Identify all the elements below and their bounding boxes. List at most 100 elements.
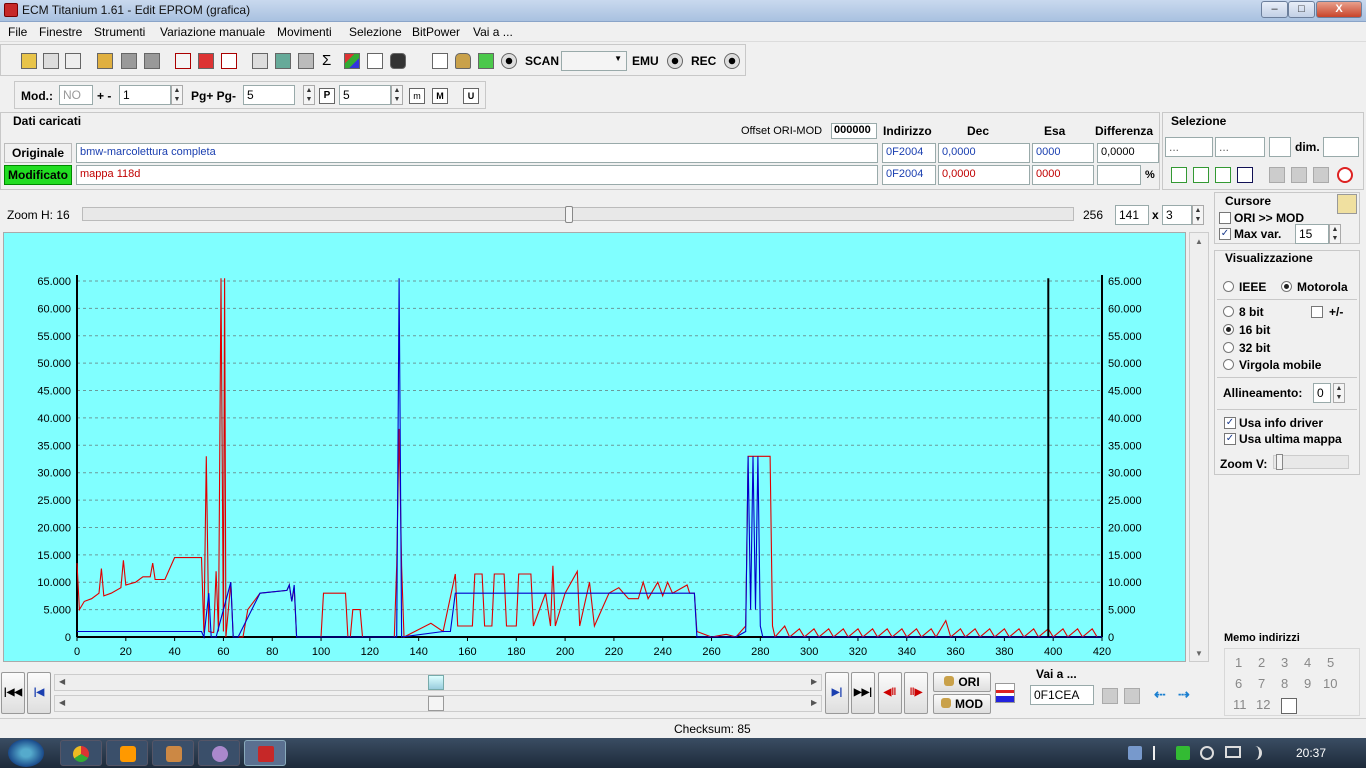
m-icon[interactable]: M	[432, 88, 448, 104]
memo-item[interactable]: 2	[1258, 655, 1265, 670]
ieee-radio[interactable]	[1223, 281, 1234, 292]
max-var-field[interactable]: 15	[1295, 224, 1329, 244]
last-page-button[interactable]: ▶▶|	[851, 672, 875, 714]
sign-checkbox[interactable]	[1311, 306, 1323, 318]
originale-diff[interactable]: 0,0000	[1097, 143, 1159, 163]
open-folder-icon[interactable]	[97, 53, 113, 69]
step-spinner[interactable]: ▲ ▼	[171, 85, 183, 105]
lock-cursor-icon[interactable]	[1337, 194, 1357, 214]
memo-item[interactable]: 8	[1281, 676, 1288, 691]
memo-item[interactable]: 10	[1323, 676, 1337, 691]
menu-selezione[interactable]: Selezione	[349, 25, 402, 39]
menu-finestre[interactable]: Finestre	[39, 25, 82, 39]
next-diff-button[interactable]: ‖▶	[904, 672, 928, 714]
memo-item[interactable]: 7	[1258, 676, 1265, 691]
tray-check-icon[interactable]	[1176, 746, 1190, 760]
goto-next-icon[interactable]	[1124, 688, 1140, 704]
prev-diff-button[interactable]: ◀‖	[878, 672, 902, 714]
first-page-button[interactable]: |◀◀	[1, 672, 25, 714]
max-var-checkbox[interactable]: ✓	[1219, 228, 1231, 240]
zoom-slider-thumb[interactable]	[565, 206, 574, 223]
usa-ultima-checkbox[interactable]: ✓	[1224, 433, 1236, 445]
chart-vscrollbar[interactable]: ▲ ▼	[1189, 232, 1209, 662]
select-range-icon[interactable]	[1237, 167, 1253, 183]
max-var-spinner[interactable]: ▲ ▼	[1329, 224, 1341, 244]
tray-wifi-icon[interactable]	[1200, 746, 1214, 760]
scroll-left-icon[interactable]: ◀	[59, 677, 65, 686]
goto-field[interactable]: 0F1CEA	[1030, 685, 1094, 705]
binoculars-icon[interactable]	[390, 53, 406, 69]
graph-icon[interactable]	[367, 53, 383, 69]
colors-icon[interactable]	[344, 53, 360, 69]
usa-info-checkbox[interactable]: ✓	[1224, 417, 1236, 429]
start-button[interactable]	[8, 739, 44, 767]
scroll-down-icon[interactable]: ▼	[1195, 649, 1203, 658]
zoom-width-field[interactable]: 141	[1115, 205, 1149, 225]
selection-extra[interactable]	[1269, 137, 1291, 157]
chart-area[interactable]: 0 0 5.000 5.000 10.000 10.000 15.000 15.000 20.0…	[3, 232, 1186, 662]
goto-prev-icon[interactable]	[1102, 688, 1118, 704]
ori-mod-checkbox[interactable]	[1219, 212, 1231, 224]
selection-end[interactable]: ...	[1215, 137, 1265, 157]
taskbar-chrome[interactable]	[60, 740, 102, 766]
alignment-field[interactable]: 0	[1313, 383, 1331, 403]
page-spinner[interactable]: ▲ ▼	[303, 85, 315, 105]
minimize-button[interactable]: –	[1261, 1, 1288, 18]
motorola-radio[interactable]	[1281, 281, 1292, 292]
checksum-icon[interactable]	[175, 53, 191, 69]
p-field[interactable]: 5	[339, 85, 391, 105]
emu-icon[interactable]	[667, 53, 683, 69]
calendar-icon[interactable]	[221, 53, 237, 69]
copy-icon[interactable]	[43, 53, 59, 69]
menu-movimenti[interactable]: Movimenti	[277, 25, 332, 39]
modificato-indirizzo[interactable]: 0F2004	[882, 165, 936, 185]
tray-display-icon[interactable]	[1225, 746, 1241, 758]
tray-network-icon[interactable]	[1128, 746, 1142, 760]
memo-item[interactable]: 12	[1256, 697, 1270, 712]
select-clear-icon[interactable]	[1193, 167, 1209, 183]
scroll-right-icon[interactable]: ▶	[811, 698, 817, 707]
reset-icon[interactable]	[1337, 167, 1353, 183]
zoom-slider[interactable]	[82, 206, 1074, 223]
menu-file[interactable]: File	[8, 25, 27, 39]
save-as-icon[interactable]	[144, 53, 160, 69]
zoom-height-spinner[interactable]: ▲ ▼	[1192, 205, 1204, 225]
memo-item[interactable]: 11	[1233, 697, 1247, 712]
taskbar-app[interactable]	[198, 740, 240, 766]
secondary-scroll-thumb[interactable]	[428, 696, 444, 711]
tray-flag-icon[interactable]	[1153, 746, 1165, 760]
menu-variazione-manuale[interactable]: Variazione manuale	[160, 25, 265, 39]
move-block-icon[interactable]	[1313, 167, 1329, 183]
battery-icon[interactable]	[275, 53, 291, 69]
memo-item[interactable]: 5	[1327, 655, 1334, 670]
step-field[interactable]: 1	[119, 85, 171, 105]
originale-esa[interactable]: 0000	[1032, 143, 1094, 163]
page-field[interactable]: 5	[243, 85, 295, 105]
record-icon[interactable]	[501, 53, 517, 69]
maximize-button[interactable]: □	[1288, 1, 1315, 18]
scroll-up-icon[interactable]: ▲	[1195, 237, 1203, 246]
select-add-icon[interactable]	[1215, 167, 1231, 183]
copy-block-icon[interactable]	[1269, 167, 1285, 183]
selection-start[interactable]: ...	[1165, 137, 1213, 157]
taskbar-media[interactable]	[106, 740, 148, 766]
lock-icon[interactable]	[455, 53, 471, 69]
memo-item[interactable]: 6	[1235, 676, 1242, 691]
32bit-radio[interactable]	[1223, 342, 1234, 353]
sigma-icon[interactable]: Σ	[322, 52, 331, 69]
next-page-button[interactable]: ▶|	[825, 672, 849, 714]
m-small-icon[interactable]: m	[409, 88, 425, 104]
memo-item[interactable]: 4	[1304, 655, 1311, 670]
secondary-scrollbar[interactable]: ◀ ▶	[54, 695, 822, 712]
close-button[interactable]: X	[1316, 1, 1362, 18]
originale-indirizzo[interactable]: 0F2004	[882, 143, 936, 163]
address-scroll-thumb[interactable]	[428, 675, 444, 690]
paste-icon[interactable]	[65, 53, 81, 69]
p-icon[interactable]: P	[319, 88, 335, 104]
p-spinner[interactable]: ▲ ▼	[391, 85, 403, 105]
memo-item[interactable]: 1	[1235, 655, 1242, 670]
originale-dec[interactable]: 0,0000	[938, 143, 1030, 163]
modificato-file[interactable]: mappa 118d	[76, 165, 878, 185]
ori-button[interactable]: ORI	[933, 672, 991, 692]
memo-item[interactable]: 3	[1281, 655, 1288, 670]
